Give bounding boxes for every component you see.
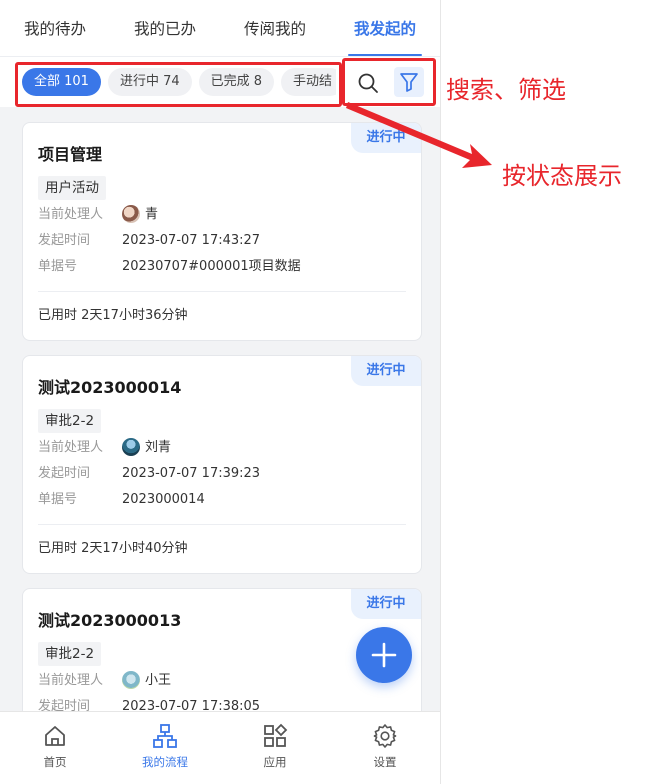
bottom-nav: 首页 我的流程 应用 设置	[0, 711, 440, 784]
avatar	[122, 204, 140, 223]
avatar	[122, 670, 140, 689]
apps-icon	[264, 723, 288, 747]
doc-no-value: 20230707#000001项目数据	[122, 259, 301, 274]
start-time-value: 2023-07-07 17:38:05	[122, 699, 261, 711]
node-tag: 用户活动	[38, 176, 106, 200]
filter-icon	[400, 73, 418, 92]
nav-label: 我的流程	[142, 755, 188, 769]
status-badge: 进行中	[351, 356, 421, 386]
avatar	[122, 437, 140, 456]
start-time-value: 2023-07-07 17:39:23	[122, 466, 261, 481]
tab-my-todo[interactable]: 我的待办	[0, 0, 110, 56]
handler-value: 刘青	[122, 436, 171, 460]
tab-my-done[interactable]: 我的已办	[110, 0, 220, 56]
handler-name: 刘青	[145, 440, 172, 455]
handler-label: 当前处理人	[38, 673, 104, 688]
tab-my-initiated[interactable]: 我发起的	[330, 0, 440, 56]
handler-name: 小王	[145, 673, 172, 688]
card-info: 当前处理人 青 发起时间 2023-07-07 17:43:27 单据号 202…	[38, 203, 406, 292]
status-badge: 进行中	[351, 589, 421, 619]
nav-settings[interactable]: 设置	[330, 712, 440, 784]
start-time-label: 发起时间	[38, 699, 91, 711]
handler-value: 小王	[122, 669, 171, 693]
annotation-by-status: 按状态展示	[502, 162, 622, 190]
handler-value: 青	[122, 203, 158, 227]
flow-icon	[153, 724, 177, 748]
card-info: 当前处理人 刘青 发起时间 2023-07-07 17:39:23 单据号 20…	[38, 436, 406, 525]
nav-label: 首页	[43, 755, 67, 769]
used-time: 已用时 2天17小时40分钟	[38, 541, 188, 556]
node-tag: 审批2-2	[38, 409, 102, 433]
start-time-label: 发起时间	[38, 466, 91, 481]
card-info: 当前处理人 小王 发起时间 2023-07-07 17:38:05	[38, 669, 406, 711]
plus-icon	[371, 642, 397, 668]
filter-button[interactable]	[394, 67, 424, 97]
handler-label: 当前处理人	[38, 440, 104, 455]
annotation-arrow	[346, 102, 492, 168]
search-button[interactable]	[355, 70, 381, 96]
chip-in-progress[interactable]: 进行中 74	[107, 68, 192, 96]
doc-no-label: 单据号	[38, 259, 78, 274]
chip-manual-end[interactable]: 手动结	[281, 68, 336, 96]
start-time-value: 2023-07-07 17:43:27	[122, 233, 261, 248]
search-icon	[358, 73, 378, 93]
handler-name: 青	[145, 207, 159, 222]
card-title: 测试2023000014	[38, 378, 182, 397]
card-title: 测试2023000013	[38, 611, 182, 630]
chip-all[interactable]: 全部 101	[22, 68, 101, 96]
nav-label: 设置	[373, 755, 397, 769]
settings-icon	[373, 724, 397, 748]
top-tab-bar: 我的待办 我的已办 传阅我的 我发起的	[0, 0, 440, 57]
handler-label: 当前处理人	[38, 207, 104, 222]
nav-label: 应用	[263, 755, 287, 769]
start-time-label: 发起时间	[38, 233, 91, 248]
tab-circulated[interactable]: 传阅我的	[220, 0, 330, 56]
process-card[interactable]: 进行中 测试2023000014 审批2-2 当前处理人 刘青 发起时间 202…	[22, 355, 422, 574]
node-tag: 审批2-2	[38, 642, 102, 666]
add-button[interactable]	[356, 627, 412, 683]
nav-apps[interactable]: 应用	[220, 712, 330, 784]
status-chips: 全部 101 进行中 74 已完成 8 手动结	[22, 68, 336, 96]
used-time: 已用时 2天17小时36分钟	[38, 308, 188, 323]
doc-no-value: 2023000014	[122, 492, 205, 507]
card-title: 项目管理	[38, 145, 103, 164]
chip-completed[interactable]: 已完成 8	[198, 68, 275, 96]
nav-my-flow[interactable]: 我的流程	[110, 712, 220, 784]
nav-home[interactable]: 首页	[0, 712, 110, 784]
process-list: 进行中 项目管理 用户活动 当前处理人 青 发起时间 2023-07-07 17…	[0, 107, 440, 711]
doc-no-label: 单据号	[38, 492, 78, 507]
home-icon	[45, 726, 65, 746]
